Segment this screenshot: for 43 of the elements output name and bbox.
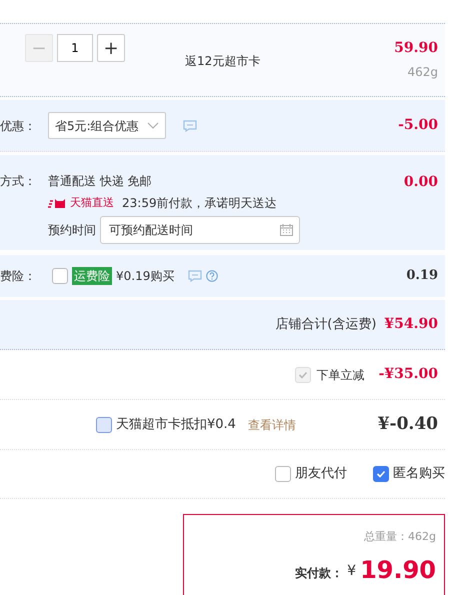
total-weight: 总重量：462g xyxy=(363,529,436,545)
field-label: 预约时间 xyxy=(48,222,96,239)
delivery-promise: 23:59前付款，承诺明天送达 xyxy=(122,195,277,212)
insurance-badge: 运费险 xyxy=(72,267,112,285)
comment-icon[interactable] xyxy=(188,270,202,282)
comment-icon[interactable] xyxy=(182,120,197,132)
item-price: 59.90 xyxy=(394,39,438,58)
option-label: 朋友代付 xyxy=(295,465,347,484)
promotion-select[interactable]: 省5元:组合优惠 xyxy=(48,112,166,139)
chevron-icon xyxy=(146,122,159,130)
shipping-amount: 0.00 xyxy=(404,173,439,192)
checkbox[interactable] xyxy=(96,416,112,432)
field-label: 方式： xyxy=(0,173,37,190)
discount-amount: -¥35.00 xyxy=(378,365,438,384)
field-label: 费险： xyxy=(0,268,37,285)
item-weight: 462g xyxy=(406,64,438,81)
card-deduction-label: 天猫超市卡抵扣¥0.4 xyxy=(116,416,236,434)
shop-total-amount: ¥54.90 xyxy=(384,315,438,334)
insurance-offer: ¥0.19购买 xyxy=(116,268,174,285)
delivery-service-text: 天猫直送 xyxy=(70,194,114,211)
currency-sign: ¥ xyxy=(347,562,356,580)
quantity-field[interactable]: 1 xyxy=(57,34,93,62)
option-label: 匿名购买 xyxy=(393,465,445,484)
field-label: 优惠： xyxy=(0,118,37,134)
help-icon[interactable] xyxy=(206,270,218,282)
checkbox[interactable] xyxy=(373,466,389,482)
check-icon xyxy=(298,370,308,380)
check-icon xyxy=(376,469,386,479)
cat-logo-icon xyxy=(48,198,68,208)
pay-label: 实付款： xyxy=(295,564,344,582)
discount-label: 下单立减 xyxy=(316,366,365,384)
promotion-amount: -5.00 xyxy=(398,116,439,135)
insurance-amount: 0.19 xyxy=(406,267,439,286)
date-field[interactable]: 可预约配送时间 xyxy=(100,216,300,244)
checkbox[interactable] xyxy=(52,268,68,284)
pay-amount: 19.90 xyxy=(360,558,436,582)
shop-total-label: 店铺合计(含运费) xyxy=(275,316,376,334)
card-amount: ¥-0.40 xyxy=(378,412,438,436)
plus-button[interactable]: + xyxy=(97,34,125,62)
checkbox[interactable] xyxy=(275,466,291,482)
calendar-icon[interactable] xyxy=(280,224,293,236)
shipping-method: 普通配送 快递 免邮 xyxy=(48,173,153,190)
card-rebate-note: 返12元超市卡 xyxy=(185,53,262,70)
